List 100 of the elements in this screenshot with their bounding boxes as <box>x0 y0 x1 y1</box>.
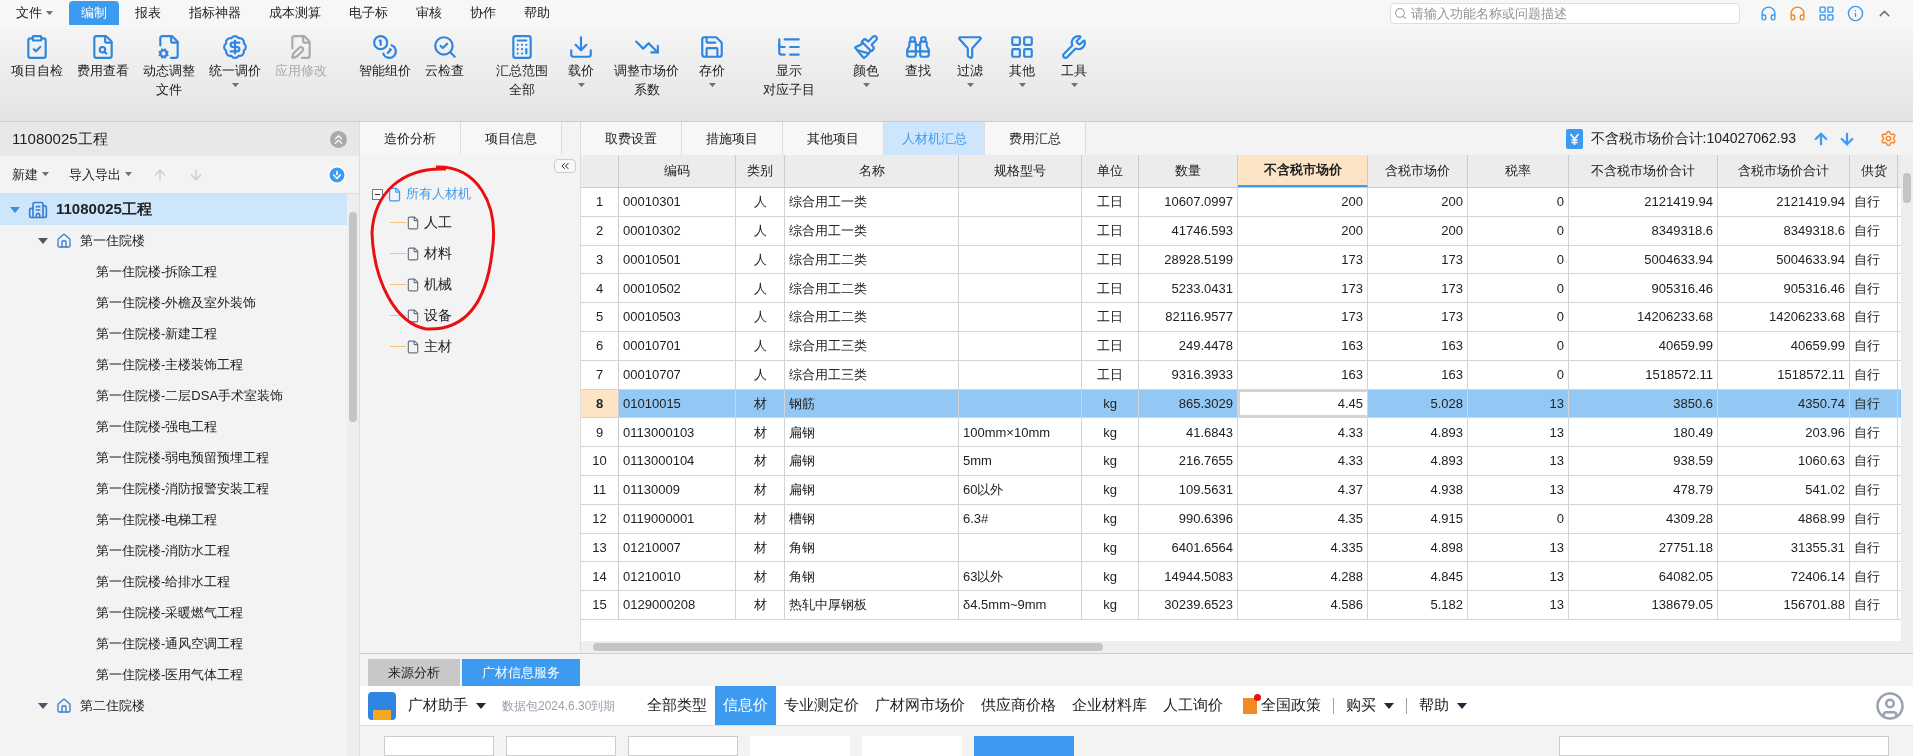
search-field[interactable] <box>1559 736 1889 756</box>
ribbon-button[interactable]: 载价 <box>555 34 607 88</box>
expand-toggle-icon[interactable] <box>10 204 20 215</box>
tree-item[interactable]: 第一住院楼-新建工程 <box>0 318 347 349</box>
tab[interactable]: 来源分析 <box>368 659 460 686</box>
tree-item[interactable]: 材料 <box>424 243 452 264</box>
ribbon-button[interactable]: 统一调价 <box>202 34 268 88</box>
table-row[interactable]: 6 00010701 人 综合用工三类 工日 249.4478 163 163 0 40659.99 40659.99 自行 <box>581 332 1901 361</box>
tab[interactable]: 其他项目 <box>783 122 884 155</box>
scrollbar[interactable] <box>1901 155 1913 653</box>
menu-tab[interactable]: 协作 <box>458 1 508 25</box>
tree-item[interactable]: 第一住院楼 <box>0 225 347 256</box>
menu-tab[interactable]: 报表 <box>123 1 173 25</box>
collapse-icon[interactable] <box>330 130 347 148</box>
tree-item[interactable]: 第一住院楼-消防报警安装工程 <box>0 473 347 504</box>
headset-icon[interactable] <box>1760 4 1777 22</box>
collapse-button[interactable] <box>554 159 576 173</box>
ribbon-button[interactable]: 云检查 <box>418 34 471 79</box>
tree-item[interactable]: 第一住院楼-强电工程 <box>0 411 347 442</box>
table-row[interactable]: 7 00010707 人 综合用工三类 工日 9316.3933 163 163 0 1518572.11 1518572.11 自行 <box>581 360 1901 390</box>
horizontal-scrollbar[interactable] <box>581 641 1901 653</box>
policy-link[interactable]: 全国政策 <box>1243 694 1322 717</box>
nav-tab[interactable]: 人工询价 <box>1155 686 1232 725</box>
tab[interactable]: 费用汇总 <box>985 122 1086 155</box>
tree-item[interactable]: 第一住院楼-消防水工程 <box>0 535 347 566</box>
tree-item[interactable]: 11080025工程 <box>0 194 347 225</box>
nav-tab[interactable]: 供应商价格 <box>973 686 1065 725</box>
buy-menu[interactable]: 购买 <box>1346 694 1395 717</box>
column-header[interactable]: 规格型号 <box>959 155 1082 187</box>
assistant-menu[interactable]: 广材助手 <box>408 694 486 717</box>
ribbon-button[interactable]: 颜色 <box>840 34 892 88</box>
tree-item[interactable]: 第一住院楼-给排水工程 <box>0 566 347 597</box>
ribbon-button[interactable]: 过滤 <box>944 34 996 88</box>
tab[interactable]: 取费设置 <box>581 122 682 155</box>
expand-toggle-icon[interactable] <box>38 700 48 711</box>
tree-item[interactable]: 第一住院楼-采暖燃气工程 <box>0 597 347 628</box>
dropdown-field[interactable] <box>506 736 616 756</box>
tree-item[interactable]: 第一住院楼-外檐及室外装饰 <box>0 287 347 318</box>
tab[interactable]: 项目信息 <box>461 122 562 155</box>
tab[interactable]: 措施项目 <box>682 122 783 155</box>
menu-tab[interactable]: 帮助 <box>512 1 562 25</box>
table-row[interactable]: 3 00010501 人 综合用工二类 工日 28928.5199 173 173 0 5004633.94 5004633.94 自行 <box>581 245 1901 275</box>
menu-tab[interactable]: 文件 <box>4 1 65 25</box>
expand-toggle-icon[interactable] <box>372 188 383 200</box>
table-row[interactable]: 2 00010302 人 综合用工一类 工日 41746.593 200 200 0 8349318.6 8349318.6 自行 <box>581 216 1901 246</box>
apps-icon[interactable] <box>1818 4 1835 22</box>
table-row[interactable]: 5 00010503 人 综合用工二类 工日 82116.9577 173 173 0 14206233.68 14206233.68 自行 <box>581 303 1901 332</box>
column-header[interactable]: 名称 <box>785 155 959 187</box>
download-icon[interactable] <box>327 164 347 185</box>
column-header[interactable]: 类别 <box>736 155 785 187</box>
table-row[interactable]: 14 01210010 材 角钢 63以外 kg 14944.5083 4.288 4.845 13 64082.05 72406.14 自行 <box>581 562 1901 592</box>
table-row[interactable]: 11 01130009 材 扁钢 60以外 kg 109.5631 4.37 4.938 13 478.79 541.02 自行 <box>581 475 1901 505</box>
info-icon[interactable] <box>1847 4 1864 22</box>
column-header[interactable]: 不含税市场价 <box>1238 155 1368 187</box>
tree-item[interactable]: 第二住院楼 <box>0 690 347 721</box>
menu-tab[interactable]: 指标神器 <box>177 1 253 25</box>
avatar-icon[interactable] <box>1875 690 1905 721</box>
column-header[interactable]: 编码 <box>619 155 736 187</box>
menu-tab[interactable]: 电子标 <box>337 1 400 25</box>
tree-item[interactable]: 主材 <box>424 336 452 357</box>
nav-tab[interactable]: 专业测定价 <box>776 686 868 725</box>
ribbon-button[interactable]: 费用查看 <box>70 34 136 79</box>
ribbon-button[interactable]: 其他 <box>996 34 1048 88</box>
table-row[interactable]: 9 0113000103 材 扁钢 100mm×10mm kg 41.6843 4.33 4.893 13 180.49 203.96 自行 <box>581 418 1901 448</box>
dropdown-field[interactable] <box>384 736 494 756</box>
toolbar-button[interactable]: 新建 <box>12 164 49 185</box>
nav-tab[interactable]: 全部类型 <box>639 686 716 725</box>
date-field[interactable] <box>628 736 738 756</box>
ribbon-button[interactable]: 智能组价 <box>352 34 418 79</box>
ribbon-button[interactable]: 动态调整 文件 <box>136 34 202 98</box>
column-header[interactable]: 单位 <box>1082 155 1139 187</box>
table-row[interactable]: 12 0119000001 材 槽钢 6.3# kg 990.6396 4.35 4.915 0 4309.28 4868.99 自行 <box>581 504 1901 534</box>
nav-tab[interactable]: 企业材料库 <box>1064 686 1156 725</box>
ribbon-button[interactable]: 存价 <box>686 34 738 88</box>
ribbon-button[interactable]: 项目自检 <box>4 34 70 79</box>
nav-tab[interactable]: 广材网市场价 <box>867 686 974 725</box>
search-field[interactable]: 请输入功能名称或问题描述 <box>1390 2 1740 24</box>
ribbon-button[interactable]: 工具 <box>1048 34 1100 88</box>
menu-tab[interactable]: 审核 <box>404 1 454 25</box>
ribbon-button[interactable]: 调整市场价 系数 <box>607 34 686 98</box>
table-row[interactable]: 13 01210007 材 角钢 kg 6401.6564 4.335 4.898 13 27751.18 31355.31 自行 <box>581 533 1901 563</box>
scrollbar[interactable] <box>347 194 359 756</box>
table-row[interactable]: 1 00010301 人 综合用工一类 工日 10607.0997 200 200 0 2121419.94 2121419.94 自行 <box>581 188 1901 217</box>
tree-item[interactable]: 第一住院楼-电梯工程 <box>0 504 347 535</box>
ribbon-button[interactable]: 查找 <box>892 34 944 79</box>
expand-toggle-icon[interactable] <box>38 235 48 246</box>
table-row[interactable]: 10 0113000104 材 扁钢 5mm kg 216.7655 4.33 4.893 13 938.59 1060.63 自行 <box>581 447 1901 476</box>
table-row[interactable]: 15 0129000208 材 热轧中厚钢板 δ4.5mm~9mm kg 30239.6523 4.586 5.182 13 138679.05 156701.88 自行 <box>581 591 1901 620</box>
toolbar-button[interactable]: 导入导出 <box>69 164 132 185</box>
column-header[interactable]: 含税市场价 <box>1368 155 1468 187</box>
support-icon[interactable] <box>1789 4 1806 22</box>
tree-item[interactable]: 第一住院楼-主楼装饰工程 <box>0 349 347 380</box>
tree-item[interactable]: 第一住院楼-拆除工程 <box>0 256 347 287</box>
tree-item[interactable]: 人工 <box>424 212 452 233</box>
help-menu[interactable]: 帮助 <box>1419 694 1468 717</box>
column-settings-icon[interactable] <box>1880 130 1897 147</box>
column-header[interactable]: 供货 <box>1850 155 1898 187</box>
tree-item[interactable]: 设备 <box>424 305 452 326</box>
ribbon-button[interactable]: 显示 对应子目 <box>756 34 822 98</box>
tree-item[interactable]: 第一住院楼-通风空调工程 <box>0 628 347 659</box>
